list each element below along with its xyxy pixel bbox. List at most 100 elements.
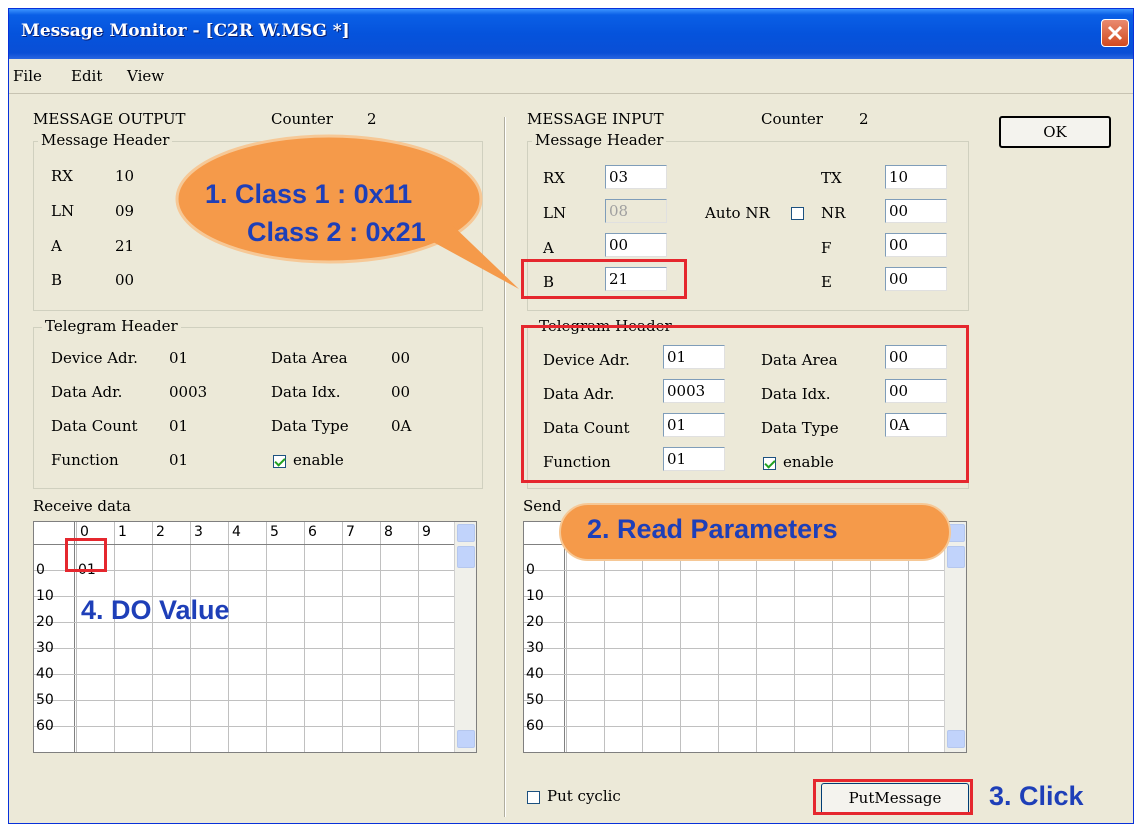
send-row-header: 10 [526,588,544,604]
input-counter-label: Counter [761,110,823,128]
output-rx-value: 10 [115,167,135,185]
scroll-thumb[interactable] [947,546,965,568]
send-scrollbar[interactable] [944,522,966,752]
grid-vline [228,522,229,752]
output-b-value: 00 [115,271,135,289]
input-a-field[interactable]: 00 [605,233,667,257]
menu-file[interactable]: File [13,67,42,85]
grid-hline [34,648,454,649]
output-counter-label: Counter [271,110,333,128]
receive-col-header: 6 [308,524,317,540]
receive-scrollbar[interactable] [454,522,476,752]
grid-hline [524,648,944,649]
annotation-read-params: 2. Read Parameters [587,514,838,544]
menu-edit[interactable]: Edit [71,67,102,85]
grid-vline [266,522,267,752]
output-device-adr-value: 01 [169,349,189,367]
output-data-adr-value: 0003 [169,383,208,401]
grid-hline [34,700,454,701]
auto-nr-checkbox[interactable] [791,207,804,220]
close-button[interactable] [1101,19,1129,47]
send-row-header: 40 [526,666,544,682]
input-e-label: E [821,273,832,291]
input-f-field[interactable]: 00 [885,233,947,257]
grid-hline [34,726,454,727]
output-data-idx-label: Data Idx. [271,383,341,401]
input-tx-field[interactable]: 10 [885,165,947,189]
scroll-thumb[interactable] [457,546,475,568]
scroll-up-icon[interactable] [457,524,475,542]
annotation-do-value: 4. DO Value [81,595,230,625]
highlight-telegram-header [521,325,969,483]
input-nr-label: NR [821,204,846,222]
output-function-value: 01 [169,451,189,469]
output-data-adr-label: Data Adr. [51,383,123,401]
output-rx-label: RX [51,167,73,185]
receive-row-header: 60 [36,718,54,734]
output-data-count-label: Data Count [51,417,138,435]
input-rx-label: RX [543,169,565,187]
scroll-down-icon[interactable] [947,730,965,748]
receive-col-header: 3 [194,524,203,540]
grid-hline [524,674,944,675]
output-enable-label: enable [293,451,344,469]
grid-vline [304,522,305,752]
input-ln-label: LN [543,204,567,222]
grid-hline [524,700,944,701]
grid-vline [190,522,191,752]
put-cyclic-checkbox[interactable] [527,791,540,804]
output-device-adr-label: Device Adr. [51,349,138,367]
highlight-b-field [521,259,687,299]
output-b-label: B [51,271,63,289]
receive-col-header: 1 [118,524,127,540]
input-rx-field[interactable]: 03 [605,165,667,189]
menu-bar: File Edit View [9,59,1133,94]
annotation-class-line1: 1. Class 1 : 0x11 [205,179,413,209]
input-tx-label: TX [821,169,842,187]
output-enable-checkbox[interactable] [273,455,286,468]
output-data-count-value: 01 [169,417,189,435]
input-ln-field: 08 [605,199,667,223]
grid-vline [152,522,153,752]
send-data-label: Send [523,497,562,515]
menu-view[interactable]: View [127,67,164,85]
grid-hline [524,726,944,727]
scroll-down-icon[interactable] [457,730,475,748]
output-a-value: 21 [115,237,135,255]
send-row-header: 30 [526,640,544,656]
grid-vline [418,522,419,752]
grid-vline [380,522,381,752]
grid-vline [564,522,565,752]
message-monitor-window: Message Monitor - [C2R W.MSG *] File Edi… [8,8,1134,824]
ok-button[interactable]: OK [999,116,1111,148]
input-e-field[interactable]: 00 [885,267,947,291]
output-ln-label: LN [51,202,75,220]
receive-data-label: Receive data [33,497,131,515]
grid-hline [34,674,454,675]
grid-vline [114,522,115,752]
title-bar[interactable]: Message Monitor - [C2R W.MSG *] [9,9,1133,59]
output-a-label: A [51,237,62,255]
output-data-area-label: Data Area [271,349,348,367]
input-counter-value: 2 [859,110,869,128]
highlight-do-value [65,538,107,572]
receive-col-header: 4 [232,524,241,540]
receive-row-header: 0 [36,562,45,578]
receive-row-header: 40 [36,666,54,682]
input-nr-field[interactable]: 00 [885,199,947,223]
grid-hline [524,752,944,753]
output-data-idx-value: 00 [391,383,411,401]
grid-hline [34,752,454,753]
receive-col-header: 9 [422,524,431,540]
annotation-click: 3. Click [989,781,1084,811]
send-row-header: 60 [526,718,544,734]
input-message-header-title: Message Header [532,131,667,149]
put-cyclic-label: Put cyclic [547,787,621,805]
input-f-label: F [821,239,832,257]
output-title: MESSAGE OUTPUT [33,110,186,128]
output-telegram-header-title: Telegram Header [42,317,181,335]
output-data-type-label: Data Type [271,417,349,435]
receive-col-header: 5 [270,524,279,540]
output-data-area-value: 00 [391,349,411,367]
output-message-header-title: Message Header [38,131,173,149]
